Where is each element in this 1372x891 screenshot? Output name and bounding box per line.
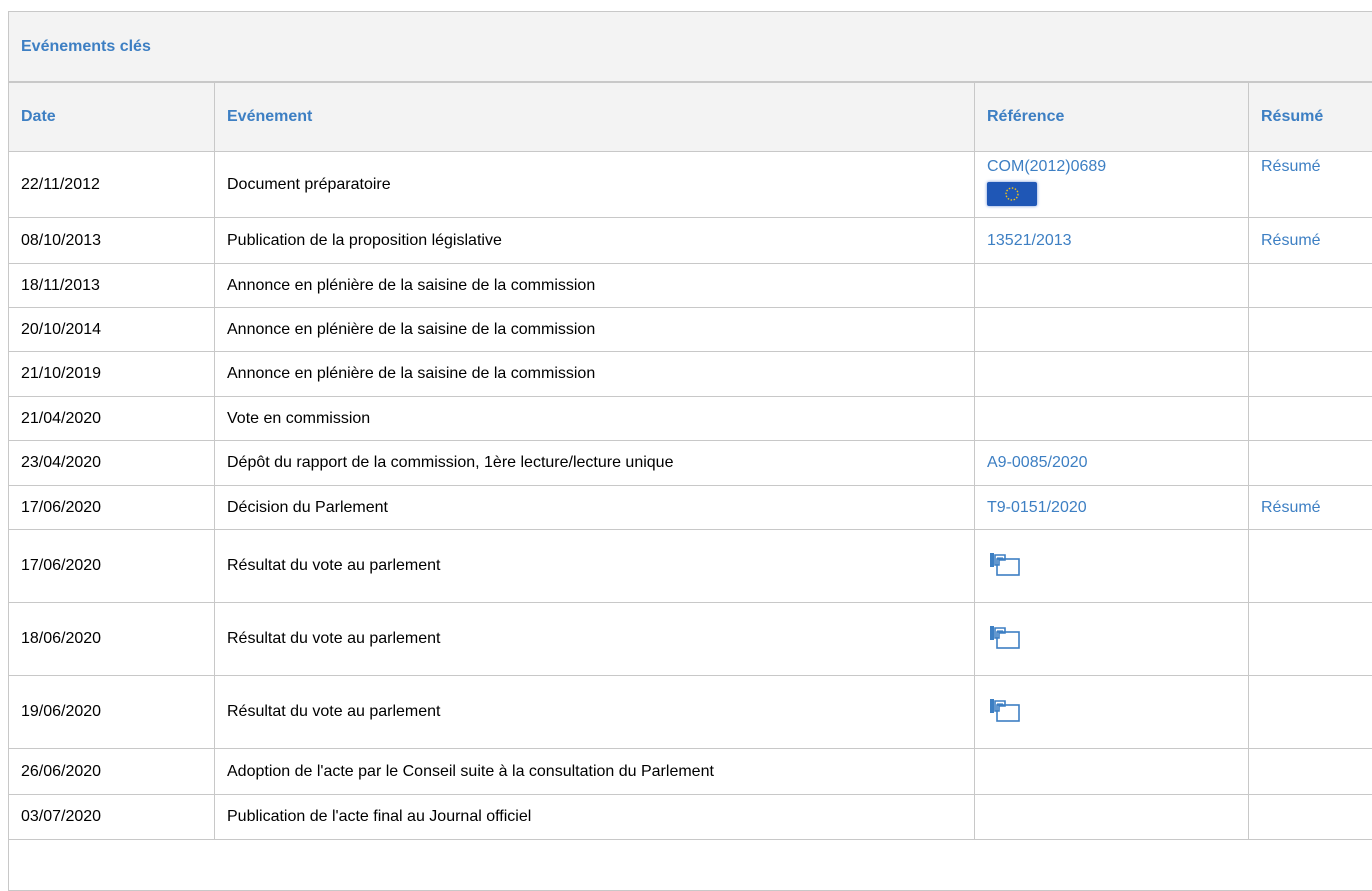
cell-date: 08/10/2013 [9, 218, 215, 264]
cell-summary [1249, 441, 1372, 486]
table-row: 22/11/2012 Document préparatoire COM(201… [9, 152, 1372, 218]
cell-event: Adoption de l'acte par le Conseil suite … [215, 749, 975, 795]
table-header-row: Date Evénement Référence Résumé [9, 83, 1372, 152]
cell-reference: COM(2012)0689 [975, 152, 1249, 218]
table-row: 23/04/2020 Dépôt du rapport de la commis… [9, 441, 1372, 486]
panel-title: Evénements clés [9, 12, 1372, 82]
cell-summary [1249, 530, 1372, 603]
vote-result-icon[interactable] [987, 549, 1023, 579]
cell-event: Vote en commission [215, 397, 975, 441]
cell-date: 21/04/2020 [9, 397, 215, 441]
cell-date: 18/06/2020 [9, 603, 215, 676]
cell-reference [975, 676, 1249, 749]
cell-summary [1249, 352, 1372, 397]
cell-reference [975, 749, 1249, 795]
cell-date: 19/06/2020 [9, 676, 215, 749]
cell-event: Annonce en plénière de la saisine de la … [215, 352, 975, 397]
cell-event: Annonce en plénière de la saisine de la … [215, 308, 975, 352]
table-row: 17/06/2020 Décision du Parlement T9-0151… [9, 486, 1372, 530]
cell-summary [1249, 795, 1372, 840]
table-row: 18/06/2020 Résultat du vote au parlement [9, 603, 1372, 676]
vote-result-icon[interactable] [987, 622, 1023, 652]
cell-event: Résultat du vote au parlement [215, 603, 975, 676]
cell-date: 21/10/2019 [9, 352, 215, 397]
cell-event: Dépôt du rapport de la commission, 1ère … [215, 441, 975, 486]
reference-link[interactable]: COM(2012)0689 [987, 158, 1106, 175]
cell-summary [1249, 676, 1372, 749]
cell-summary: Résumé [1249, 152, 1372, 218]
table-row: 18/11/2013 Annonce en plénière de la sai… [9, 264, 1372, 308]
cell-reference [975, 530, 1249, 603]
cell-event: Annonce en plénière de la saisine de la … [215, 264, 975, 308]
eu-flag-icon[interactable] [987, 182, 1037, 206]
column-header-date: Date [9, 83, 215, 152]
cell-date: 18/11/2013 [9, 264, 215, 308]
table-row: 08/10/2013 Publication de la proposition… [9, 218, 1372, 264]
cell-event: Résultat du vote au parlement [215, 676, 975, 749]
key-events-panel: Evénements clés Date Evénement Référence… [8, 11, 1372, 891]
table-row: 17/06/2020 Résultat du vote au parlement [9, 530, 1372, 603]
column-header-summary: Résumé [1249, 83, 1372, 152]
cell-summary: Résumé [1249, 218, 1372, 264]
column-header-event: Evénement [215, 83, 975, 152]
cell-reference: T9-0151/2020 [975, 486, 1249, 530]
reference-link[interactable]: A9-0085/2020 [987, 454, 1088, 471]
cell-summary: Résumé [1249, 486, 1372, 530]
cell-event: Publication de la proposition législativ… [215, 218, 975, 264]
cell-date: 26/06/2020 [9, 749, 215, 795]
cell-date: 17/06/2020 [9, 530, 215, 603]
cell-date: 03/07/2020 [9, 795, 215, 840]
reference-link[interactable]: T9-0151/2020 [987, 499, 1087, 516]
cell-summary [1249, 308, 1372, 352]
table-row: 20/10/2014 Annonce en plénière de la sai… [9, 308, 1372, 352]
cell-reference [975, 603, 1249, 676]
table-row: 19/06/2020 Résultat du vote au parlement [9, 676, 1372, 749]
cell-date: 17/06/2020 [9, 486, 215, 530]
table-row: 03/07/2020 Publication de l'acte final a… [9, 795, 1372, 840]
cell-reference [975, 397, 1249, 441]
cell-date: 22/11/2012 [9, 152, 215, 218]
cell-reference [975, 795, 1249, 840]
summary-link[interactable]: Résumé [1261, 499, 1321, 516]
summary-link[interactable]: Résumé [1261, 158, 1321, 175]
cell-summary [1249, 397, 1372, 441]
cell-date: 23/04/2020 [9, 441, 215, 486]
summary-link[interactable]: Résumé [1261, 232, 1321, 249]
cell-reference: 13521/2013 [975, 218, 1249, 264]
cell-reference [975, 264, 1249, 308]
cell-summary [1249, 749, 1372, 795]
cell-date: 20/10/2014 [9, 308, 215, 352]
cell-summary [1249, 603, 1372, 676]
column-header-reference: Référence [975, 83, 1249, 152]
cell-event: Résultat du vote au parlement [215, 530, 975, 603]
cell-summary [1249, 264, 1372, 308]
cell-reference [975, 308, 1249, 352]
cell-event: Publication de l'acte final au Journal o… [215, 795, 975, 840]
cell-event: Document préparatoire [215, 152, 975, 218]
table-row: 21/04/2020 Vote en commission [9, 397, 1372, 441]
table-row: 21/10/2019 Annonce en plénière de la sai… [9, 352, 1372, 397]
cell-reference [975, 352, 1249, 397]
cell-reference: A9-0085/2020 [975, 441, 1249, 486]
panel-footer [9, 840, 1372, 880]
vote-result-icon[interactable] [987, 695, 1023, 725]
table-row: 26/06/2020 Adoption de l'acte par le Con… [9, 749, 1372, 795]
cell-event: Décision du Parlement [215, 486, 975, 530]
key-events-table: Date Evénement Référence Résumé 22/11/20… [8, 82, 1372, 840]
reference-link[interactable]: 13521/2013 [987, 232, 1072, 249]
